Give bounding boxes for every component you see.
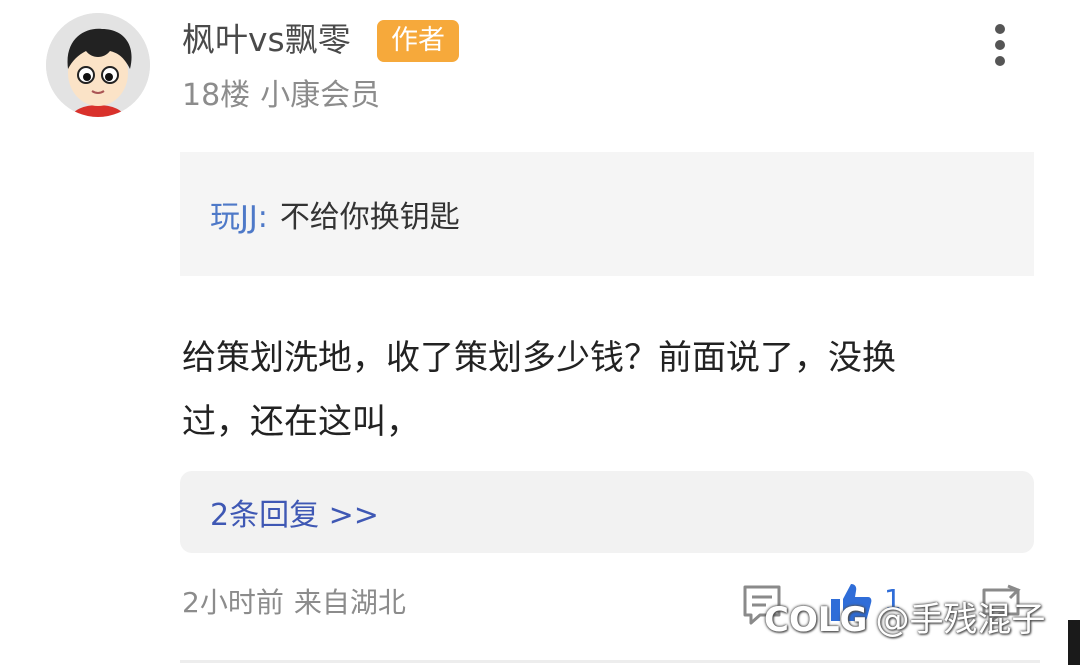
more-vertical-icon bbox=[995, 24, 1005, 34]
more-button[interactable] bbox=[980, 20, 1020, 70]
member-level: 小康会员 bbox=[260, 78, 381, 113]
watermark: COLG @手残混子 bbox=[764, 598, 1045, 642]
quote-box: 玩JJ: 不给你换钥匙 bbox=[180, 152, 1034, 276]
quote-author[interactable]: 玩JJ: bbox=[210, 192, 268, 236]
watermark-handle: @手残混子 bbox=[875, 600, 1046, 640]
divider bbox=[180, 660, 1040, 663]
post-location: 来自湖北 bbox=[293, 586, 406, 619]
corner-edge bbox=[1068, 620, 1080, 665]
avatar-cartoon-image bbox=[46, 13, 150, 117]
floor-number: 18楼 bbox=[182, 78, 251, 113]
replies-link[interactable]: 2条回复 >> bbox=[210, 490, 379, 534]
post-body: 给策划洗地，收了策划多少钱？前面说了，没换 过，还在这叫， bbox=[182, 326, 1012, 454]
author-badge: 作者 bbox=[377, 20, 459, 62]
footer-meta: 2小时前 来自湖北 bbox=[182, 583, 406, 623]
post-body-line: 给策划洗地，收了策划多少钱？前面说了，没换 bbox=[182, 338, 896, 378]
username[interactable]: 枫叶vs飘零 bbox=[182, 20, 351, 60]
quote-text: 不给你换钥匙 bbox=[279, 200, 460, 235]
replies-box[interactable]: 2条回复 >> bbox=[180, 471, 1034, 553]
floor-meta: 18楼 小康会员 bbox=[182, 76, 380, 116]
watermark-brand: COLG bbox=[764, 600, 868, 640]
post-time: 2小时前 bbox=[182, 586, 284, 619]
post-body-line: 过，还在这叫， bbox=[182, 402, 420, 442]
avatar[interactable] bbox=[46, 13, 150, 117]
